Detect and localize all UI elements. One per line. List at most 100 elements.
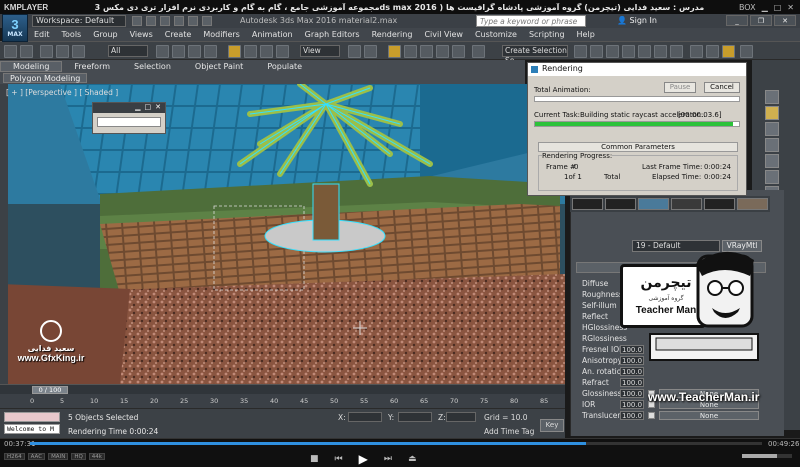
- menu-help[interactable]: Help: [571, 30, 601, 39]
- rendered-frame-window-button[interactable]: [706, 45, 719, 58]
- time-slider-thumb[interactable]: 0 / 100: [32, 386, 68, 394]
- redo-icon[interactable]: [188, 16, 198, 26]
- menu-modifiers[interactable]: Modifiers: [197, 30, 246, 39]
- ribbon-tab-modeling[interactable]: Modeling: [0, 61, 63, 72]
- x-coord-field[interactable]: [348, 412, 382, 422]
- render-iterative-button[interactable]: [740, 45, 753, 58]
- save-icon[interactable]: [160, 16, 170, 26]
- ribbon-tab-selection[interactable]: Selection: [122, 62, 183, 71]
- project-icon[interactable]: [202, 16, 212, 26]
- material-param-amount[interactable]: 100.0: [620, 399, 644, 409]
- ribbon-tab-object-paint[interactable]: Object Paint: [183, 62, 255, 71]
- window-crossing-button[interactable]: [204, 45, 217, 58]
- render-setup-button[interactable]: [690, 45, 703, 58]
- player-logo[interactable]: KMPLAYER: [0, 3, 60, 12]
- floating-mini-window[interactable]: ▁ □ ✕: [92, 102, 166, 134]
- sample-slot[interactable]: [605, 198, 636, 210]
- mirror-button[interactable]: [574, 45, 587, 58]
- workspace-select[interactable]: Workspace: Default: [32, 15, 126, 27]
- align-button[interactable]: [590, 45, 603, 58]
- menu-tools[interactable]: Tools: [56, 30, 88, 39]
- menu-group[interactable]: Group: [87, 30, 123, 39]
- material-editor-button[interactable]: [670, 45, 683, 58]
- backlight-icon[interactable]: [765, 106, 779, 120]
- search-input[interactable]: Type a keyword or phrase: [476, 15, 586, 27]
- menu-civil-view[interactable]: Civil View: [418, 30, 469, 39]
- add-time-tag-button[interactable]: Add Time Tag: [484, 427, 534, 436]
- maximize-icon[interactable]: □: [774, 3, 782, 12]
- menu-views[interactable]: Views: [124, 30, 159, 39]
- viewport-label[interactable]: [ + ] [Perspective ] [ Shaded ]: [6, 88, 118, 97]
- menu-rendering[interactable]: Rendering: [366, 30, 419, 39]
- app-menu-button[interactable]: 3 MAX: [2, 14, 28, 42]
- menu-scripting[interactable]: Scripting: [523, 30, 571, 39]
- snaps-toggle-button[interactable]: [404, 45, 417, 58]
- z-coord-field[interactable]: [446, 412, 476, 422]
- sample-uv-tiling-icon[interactable]: [765, 138, 779, 152]
- menu-graph-editors[interactable]: Graph Editors: [299, 30, 366, 39]
- mini-maximize-icon[interactable]: □: [145, 103, 152, 113]
- ribbon-panel-polygon-modeling[interactable]: Polygon Modeling: [3, 73, 88, 83]
- bind-space-warp-button[interactable]: [72, 45, 85, 58]
- sample-slot[interactable]: [572, 198, 603, 210]
- render-production-button[interactable]: [722, 45, 735, 58]
- max-minimize-button[interactable]: _: [726, 15, 748, 26]
- set-key-button[interactable]: Key: [540, 419, 564, 432]
- mini-close-icon[interactable]: ✕: [155, 103, 161, 113]
- player-box-label[interactable]: BOX: [739, 3, 756, 12]
- maxscript-mini-listener-top[interactable]: [4, 412, 60, 422]
- angle-snap-button[interactable]: [420, 45, 433, 58]
- track-bar[interactable]: 0 5 10 15 20 25 30 35 40 45 50 55 60 65 70 75 80 85: [0, 394, 565, 408]
- edit-named-selection-button[interactable]: [472, 45, 485, 58]
- volume-slider[interactable]: [742, 454, 792, 458]
- keyboard-shortcut-button[interactable]: [388, 45, 401, 58]
- make-preview-icon[interactable]: [765, 170, 779, 184]
- select-object-button[interactable]: [156, 45, 169, 58]
- material-param-checkbox[interactable]: [648, 411, 655, 419]
- material-param-amount[interactable]: 100.0: [620, 410, 644, 420]
- max-close-button[interactable]: ✕: [774, 15, 796, 26]
- manipulate-button[interactable]: [364, 45, 377, 58]
- maxscript-listener[interactable]: Welcome to M: [4, 424, 60, 434]
- sample-type-icon[interactable]: [765, 90, 779, 104]
- eject-icon[interactable]: ⏏: [408, 454, 417, 464]
- sample-slot[interactable]: [737, 198, 768, 210]
- common-parameters-rollout[interactable]: Common Parameters: [538, 142, 738, 152]
- play-icon[interactable]: ▶: [359, 452, 368, 466]
- player-seek-bar[interactable]: [30, 442, 762, 445]
- material-param-amount[interactable]: 100.0: [620, 388, 644, 398]
- ribbon-tab-populate[interactable]: Populate: [255, 62, 314, 71]
- next-icon[interactable]: ⏭: [384, 454, 392, 464]
- max-restore-button[interactable]: ❐: [750, 15, 772, 26]
- background-icon[interactable]: [765, 122, 779, 136]
- previous-icon[interactable]: ⏮: [335, 454, 343, 464]
- pause-button[interactable]: Pause: [664, 82, 696, 93]
- layer-explorer-button[interactable]: [606, 45, 619, 58]
- selection-filter[interactable]: All: [108, 45, 148, 57]
- cancel-button[interactable]: Cancel: [704, 82, 740, 93]
- time-slider[interactable]: 0 / 100: [0, 384, 565, 394]
- open-icon[interactable]: [146, 16, 156, 26]
- link-button[interactable]: [40, 45, 53, 58]
- select-rotate-button[interactable]: [244, 45, 257, 58]
- sample-slot[interactable]: [638, 198, 669, 210]
- close-icon[interactable]: ✕: [787, 3, 794, 12]
- percent-snap-button[interactable]: [436, 45, 449, 58]
- redo-button[interactable]: [20, 45, 33, 58]
- menu-create[interactable]: Create: [159, 30, 198, 39]
- minimize-icon[interactable]: ▁: [762, 3, 768, 12]
- ribbon-tab-freeform[interactable]: Freeform: [62, 62, 122, 71]
- reference-coordinate-select[interactable]: View: [300, 45, 340, 57]
- select-scale-button[interactable]: [260, 45, 273, 58]
- select-move-button[interactable]: [228, 45, 241, 58]
- select-by-name-button[interactable]: [172, 45, 185, 58]
- y-coord-field[interactable]: [398, 412, 432, 422]
- material-param-amount[interactable]: 100.0: [620, 377, 644, 387]
- sample-slot[interactable]: [704, 198, 735, 210]
- undo-button[interactable]: [4, 45, 17, 58]
- video-color-check-icon[interactable]: [765, 154, 779, 168]
- unlink-button[interactable]: [56, 45, 69, 58]
- new-icon[interactable]: [132, 16, 142, 26]
- spinner-snap-button[interactable]: [452, 45, 465, 58]
- named-selection-set[interactable]: Create Selection Se: [502, 45, 568, 65]
